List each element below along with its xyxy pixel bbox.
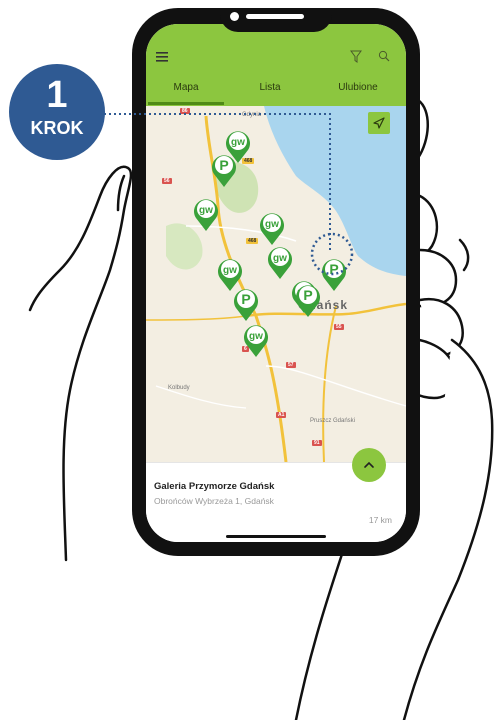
location-title: Galeria Przymorze Gdańsk xyxy=(154,481,275,492)
parking-pin-icon[interactable]: P xyxy=(294,282,322,318)
tab-ulubione[interactable]: Ulubione xyxy=(318,82,398,93)
tab-mapa[interactable]: Mapa xyxy=(146,82,226,93)
svg-text:gw: gw xyxy=(265,219,279,230)
svg-text:P: P xyxy=(241,291,250,307)
place-label-gdynia: Gdynia xyxy=(242,112,262,118)
location-distance: 17 km xyxy=(368,515,392,525)
gw-pin-icon[interactable]: gw xyxy=(258,210,286,246)
route-label: 86 xyxy=(180,108,190,114)
map-base xyxy=(146,106,406,462)
app-top-bar: Mapa Lista Ulubione xyxy=(146,24,406,106)
search-icon[interactable] xyxy=(378,50,390,62)
phone-screen: Mapa Lista Ulubione 86 468 468 56 6 57 5… xyxy=(146,24,406,542)
svg-text:P: P xyxy=(329,261,338,277)
parking-pin-icon[interactable]: P xyxy=(320,256,348,292)
phone-notch xyxy=(220,8,332,32)
camera-dot xyxy=(230,12,239,21)
tab-bar: Mapa Lista Ulubione xyxy=(146,82,406,102)
route-label: A1 xyxy=(276,412,287,418)
navigation-arrow-icon xyxy=(373,117,385,129)
gw-pin-icon[interactable]: gw xyxy=(192,196,220,232)
svg-text:gw: gw xyxy=(273,253,287,264)
route-label: 56 xyxy=(162,178,172,184)
place-label-pruszcz: Pruszcz Gdański xyxy=(310,418,356,424)
parking-pin-icon[interactable]: P xyxy=(232,286,260,322)
route-label: 468 xyxy=(246,238,259,244)
place-label-kolbudy: Kolbudy xyxy=(168,385,190,391)
svg-text:gw: gw xyxy=(231,137,245,148)
step-number: 1 xyxy=(46,74,68,116)
svg-text:gw: gw xyxy=(223,265,237,276)
step-word: KROK xyxy=(30,118,84,138)
filter-funnel-icon[interactable] xyxy=(350,50,362,63)
speaker-grille xyxy=(246,14,304,19)
chevron-up-icon xyxy=(364,461,374,468)
svg-text:P: P xyxy=(219,157,228,173)
map-view[interactable]: 86 468 468 56 6 57 55 91 A1 Gdynia Gdańs… xyxy=(146,106,406,462)
active-tab-indicator xyxy=(148,102,224,105)
svg-text:gw: gw xyxy=(249,331,263,342)
location-address: Obrońców Wybrzeża 1, Gdańsk xyxy=(154,496,274,506)
expand-card-button[interactable] xyxy=(352,448,386,482)
step-badge: 1 KROK xyxy=(9,64,105,160)
home-indicator xyxy=(226,535,326,538)
gw-pin-icon[interactable]: gw xyxy=(266,244,294,280)
my-location-button[interactable] xyxy=(368,112,390,134)
tab-lista[interactable]: Lista xyxy=(230,82,310,93)
svg-text:P: P xyxy=(303,287,312,303)
route-label: 55 xyxy=(334,324,344,330)
svg-text:gw: gw xyxy=(199,205,213,216)
route-label: 91 xyxy=(312,440,322,446)
gw-pin-icon[interactable]: gw xyxy=(242,322,270,358)
route-label: 57 xyxy=(286,362,296,368)
parking-pin-icon[interactable]: P xyxy=(210,152,238,188)
hamburger-menu-icon[interactable] xyxy=(156,52,168,62)
phone-frame: Mapa Lista Ulubione 86 468 468 56 6 57 5… xyxy=(132,8,420,556)
